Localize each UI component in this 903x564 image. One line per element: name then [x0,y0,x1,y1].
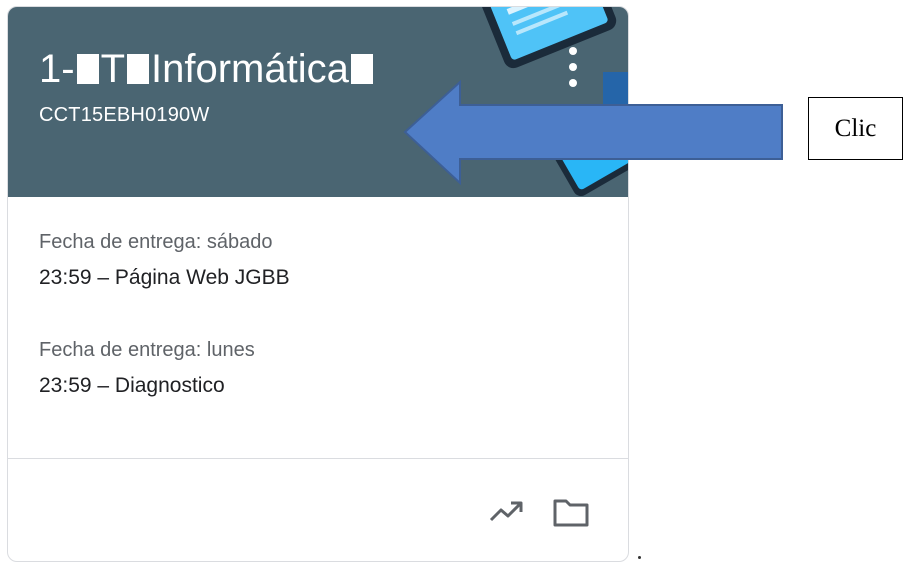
trending-up-icon[interactable] [489,498,525,524]
redaction-block [76,54,99,84]
folder-icon[interactable] [553,497,589,527]
callout-label: Clic [808,97,903,160]
class-title-main: Informática [151,47,349,91]
redaction-block [127,54,150,84]
pointer-arrow [403,79,783,186]
assignment-due-date: Fecha de entrega: sábado [39,231,273,253]
redaction-block [350,54,373,84]
assignment-link[interactable]: 23:59 – Diagnostico [39,373,225,399]
class-title-mid: T [100,47,126,91]
class-title-prefix: 1- [39,47,75,91]
trailing-period [638,556,641,559]
assignment-due-date: Fecha de entrega: lunes [39,339,255,361]
class-title[interactable]: 1- T Informática [39,45,375,93]
assignment-link[interactable]: 23:59 – Página Web JGBB [39,265,290,291]
section-code: CCT15EBH0190W [39,104,210,126]
card-divider [8,458,628,459]
